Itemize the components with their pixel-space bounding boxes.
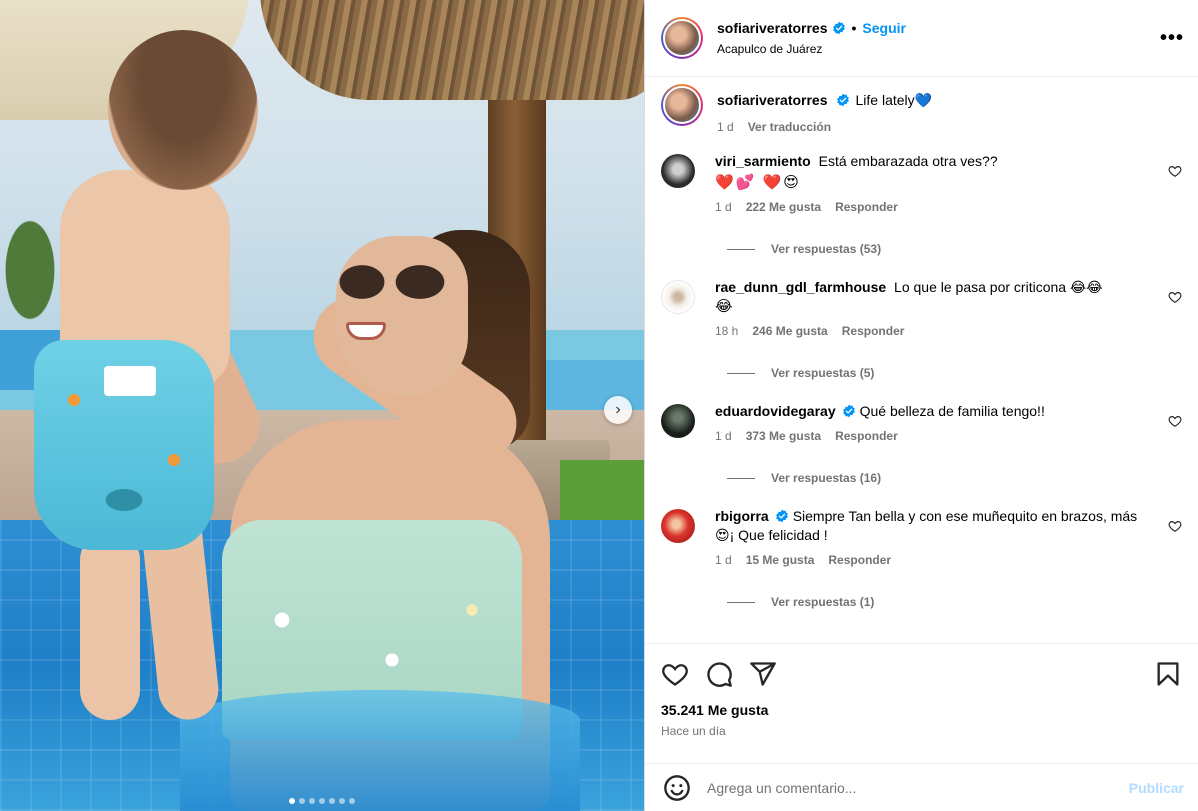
reply-button[interactable]: Responder <box>835 429 898 443</box>
add-comment-bar: Publicar <box>645 763 1198 811</box>
follow-button[interactable]: Seguir <box>862 20 906 36</box>
verified-badge-icon <box>775 509 789 523</box>
chevron-right-icon: › <box>615 401 621 418</box>
comment-text-continued: ❤️💕 ❤️😍 <box>715 174 801 191</box>
carousel-dot <box>289 798 295 804</box>
comment-item: eduardovidegaray Qué belleza de familia t… <box>661 402 1182 443</box>
carousel-dot <box>319 798 325 804</box>
comment-time: 18 h <box>715 324 739 338</box>
verified-badge-icon <box>836 93 850 107</box>
next-slide-button[interactable]: › <box>604 396 632 424</box>
post-header: sofiariveratorres • Seguir Acapulco de J… <box>645 0 1198 77</box>
reply-button[interactable]: Responder <box>842 324 905 338</box>
author-username[interactable]: sofiariveratorres <box>717 20 828 36</box>
carousel-dot <box>329 798 335 804</box>
carousel-dot <box>349 798 355 804</box>
comment-text: Qué belleza de familia tengo!! <box>859 403 1045 419</box>
verified-badge-icon <box>842 404 856 418</box>
view-replies-button[interactable]: Ver respuestas (16) <box>727 471 1182 485</box>
commenter-username[interactable]: viri_sarmiento <box>715 153 811 169</box>
carousel-dot <box>299 798 305 804</box>
carousel-dot <box>339 798 345 804</box>
view-replies-button[interactable]: Ver respuestas (53) <box>727 242 1182 256</box>
comment-bubble-icon[interactable] <box>705 660 733 688</box>
comment-item: rbigorra Siempre Tan bella y con ese muñe… <box>661 507 1182 567</box>
comment-heart-icon[interactable] <box>1168 519 1182 533</box>
reply-button[interactable]: Responder <box>835 200 898 214</box>
view-replies-button[interactable]: Ver respuestas (1) <box>727 595 1182 609</box>
publish-button[interactable]: Publicar <box>1129 780 1184 796</box>
photo-scene <box>0 0 644 811</box>
author-avatar[interactable] <box>661 17 703 59</box>
commenter-avatar[interactable] <box>661 154 695 188</box>
bookmark-icon[interactable] <box>1154 660 1182 688</box>
post-actions: 35.241 Me gusta Hace un día <box>645 643 1198 763</box>
commenter-username[interactable]: rbigorra <box>715 508 769 524</box>
commenter-username[interactable]: rae_dunn_gdl_farmhouse <box>715 279 886 295</box>
commenter-avatar[interactable] <box>661 509 695 543</box>
comment-item: viri_sarmiento Está embarazada otra ves?… <box>661 152 1182 214</box>
post-photo[interactable]: › <box>0 0 644 811</box>
translate-link[interactable]: Ver traducción <box>748 120 831 134</box>
commenter-avatar[interactable] <box>661 404 695 438</box>
comment-heart-icon[interactable] <box>1168 414 1182 428</box>
comment-input[interactable] <box>707 779 1129 796</box>
instagram-post: › sofiariveratorres • Seguir Acapulco de… <box>0 0 1198 811</box>
post-timestamp[interactable]: Hace un día <box>661 724 1182 738</box>
comment-like-count[interactable]: 222 Me gusta <box>746 200 821 214</box>
comment-time: 1 d <box>715 553 732 567</box>
paper-plane-icon[interactable] <box>749 660 777 688</box>
comments-section[interactable]: sofiariveratorres Life lately💙 1 d Ver tr… <box>645 77 1198 643</box>
caption-author[interactable]: sofiariveratorres <box>717 92 828 108</box>
like-count[interactable]: 35.241 Me gusta <box>661 702 1182 718</box>
caption-text: Life lately💙 <box>855 92 933 108</box>
reply-button[interactable]: Responder <box>828 553 891 567</box>
comment-text-continued: 😂 <box>715 298 735 315</box>
separator-dot: • <box>851 20 857 36</box>
caption-author-avatar[interactable] <box>661 84 703 126</box>
carousel-dot <box>309 798 315 804</box>
comment-heart-icon[interactable] <box>1168 290 1182 304</box>
post-side-panel: sofiariveratorres • Seguir Acapulco de J… <box>644 0 1198 811</box>
post-location[interactable]: Acapulco de Juárez <box>717 42 906 56</box>
comment-text: Está embarazada otra ves?? <box>818 153 998 169</box>
commenter-avatar[interactable] <box>661 280 695 314</box>
verified-badge-icon <box>832 21 846 35</box>
comment-time: 1 d <box>715 429 732 443</box>
smiley-icon[interactable] <box>663 774 691 802</box>
comment-heart-icon[interactable] <box>1168 164 1182 178</box>
comment-like-count[interactable]: 15 Me gusta <box>746 553 815 567</box>
heart-icon[interactable] <box>661 660 689 688</box>
comment-item: rae_dunn_gdl_farmhouse Lo que le pasa po… <box>661 278 1182 338</box>
caption-time: 1 d <box>717 120 734 134</box>
comment-like-count[interactable]: 373 Me gusta <box>746 429 821 443</box>
ellipsis-icon[interactable]: ••• <box>1160 28 1184 48</box>
comment-time: 1 d <box>715 200 732 214</box>
carousel-indicator <box>0 798 644 804</box>
commenter-username[interactable]: eduardovidegaray <box>715 403 836 419</box>
comment-text: Lo que le pasa por criticona 😂😂 <box>894 279 1103 295</box>
view-replies-button[interactable]: Ver respuestas (5) <box>727 366 1182 380</box>
comment-like-count[interactable]: 246 Me gusta <box>752 324 827 338</box>
post-caption: sofiariveratorres Life lately💙 1 d Ver tr… <box>661 84 1182 134</box>
